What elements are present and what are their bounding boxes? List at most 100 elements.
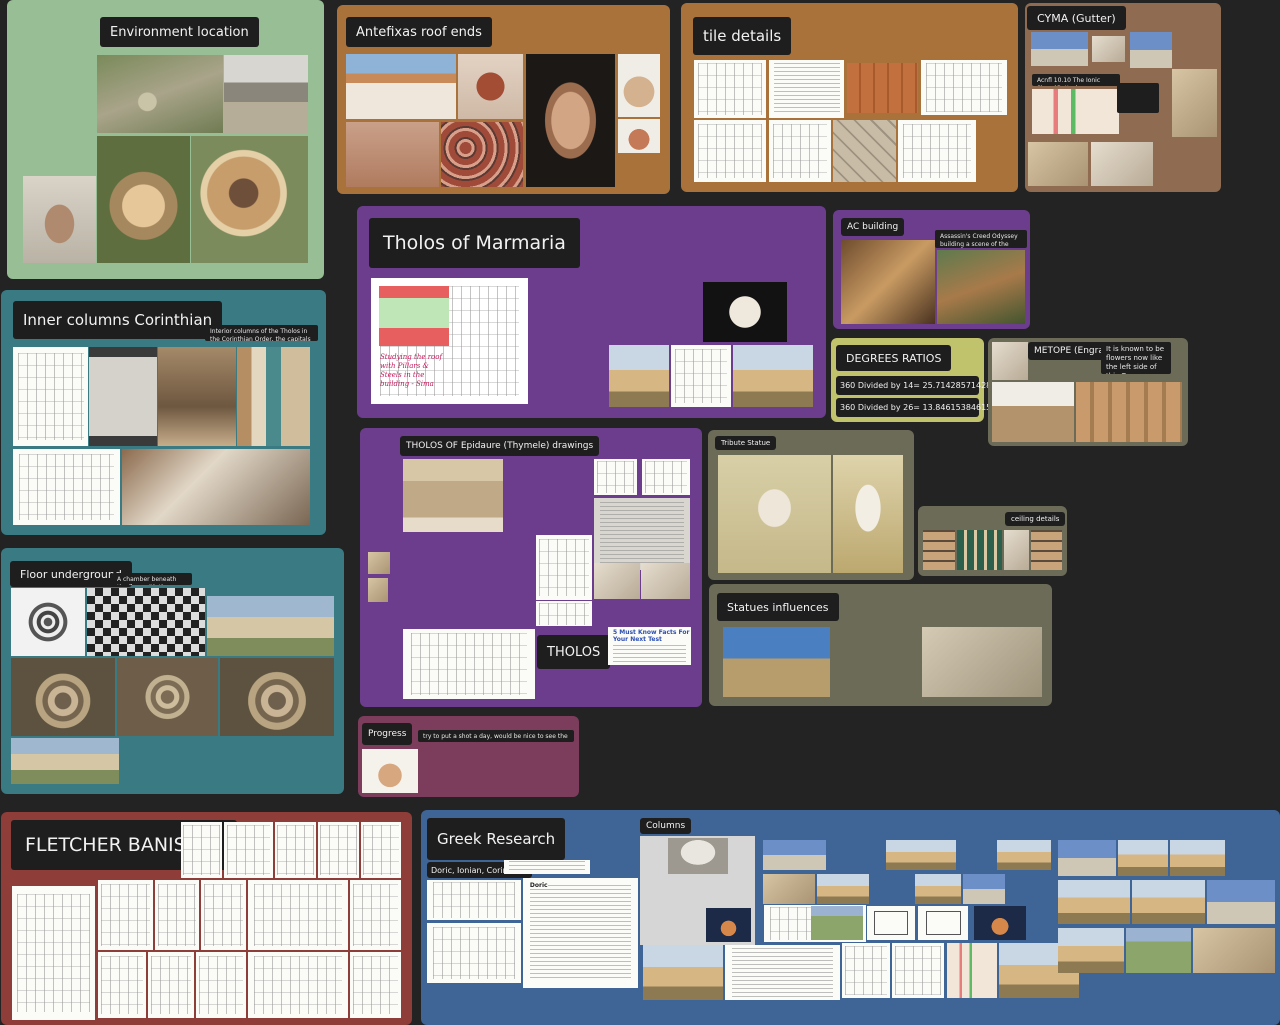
board-tholos-drawings[interactable]: THOLOS OF Epidaure (Thymele) drawings TH… [360,428,702,707]
board-metope[interactable]: METOPE (Engravings) It is known to be fl… [988,338,1188,446]
small-thumb-1[interactable] [368,552,390,574]
temple-grid-4[interactable] [958,840,995,870]
ac-scene-photo-1[interactable] [841,240,935,324]
antefix-terracotta-photo[interactable] [458,54,523,119]
ceiling-photo-1[interactable] [923,530,955,570]
temple-grid-5[interactable] [997,840,1051,870]
fletcher-sheet-6[interactable] [98,880,153,950]
gutter-photo-3[interactable] [1130,32,1172,68]
ruin-landscape-photo[interactable] [224,55,308,133]
doric-article[interactable]: Doric [523,878,638,988]
fletcher-sheet-1[interactable] [181,822,222,878]
relief-photo[interactable] [922,627,1042,697]
tholos-interior-photo[interactable] [158,347,236,446]
fletcher-sheet-10[interactable] [350,880,401,950]
fletcher-sheet-15[interactable] [350,952,401,1018]
statue-niche-photo[interactable] [718,455,831,573]
fletcher-sheet-3[interactable] [275,822,316,878]
board-tholos-marmaria[interactable]: Tholos of Marmaria Studying the roof wit… [357,206,826,418]
orders-drawing-1[interactable] [427,880,521,920]
gutter-detail-photo[interactable] [1032,89,1119,134]
tile-drawing-2[interactable] [921,60,1007,115]
tholos-detail-2[interactable] [641,563,690,599]
tholos-reconstruction-4[interactable] [733,345,813,407]
board-fletcher-banister[interactable]: FLETCHER BANISTER [1,812,412,1025]
tile-drawing-3[interactable] [694,120,766,182]
board-tribute-statue[interactable]: Tribute Statue [708,430,914,580]
antefix-pile-photo[interactable] [441,122,523,187]
lion-antefix-photo[interactable] [346,122,439,187]
temple-photo-i[interactable] [1126,928,1191,973]
progress-render-thumb[interactable] [362,749,418,793]
tholos-section-drawing[interactable] [403,535,533,626]
temple-photo-j[interactable] [1193,928,1275,973]
tholos-drawing[interactable] [671,345,731,407]
temple-photo-h[interactable] [1058,928,1124,973]
temple-photo-b[interactable] [1118,840,1168,876]
fletcher-sheet-12[interactable] [148,952,194,1018]
fletcher-tree-of-architecture[interactable] [12,886,95,1020]
board-environment-location[interactable]: Environment location [7,0,324,279]
tile-text-doc[interactable] [769,60,844,118]
anthemion-photo[interactable] [618,54,660,117]
capital-restoration-photo[interactable] [122,449,310,525]
aerial-site-photo[interactable] [97,55,223,133]
tholos-render-photo[interactable] [191,136,308,263]
temple-grid-2[interactable] [828,840,884,870]
clay-tiles-photo[interactable] [847,63,918,113]
roof-house-photo[interactable] [346,54,456,119]
temple-article-doc[interactable] [725,945,840,1000]
temple-grid-1[interactable] [763,840,826,870]
tholos-reconstruction-3[interactable] [530,345,607,407]
tholos-reconstruction-2[interactable] [609,282,700,342]
board-degrees-ratios[interactable]: DEGREES RATIOS 360 Divided by 14= 25.714… [831,338,1007,422]
temple-grid-9[interactable] [915,874,961,904]
board-greek-research[interactable]: Greek Research Doric, Ionian, Corinthian… [421,810,1280,1025]
board-ceiling-details[interactable]: ceiling details [918,506,1067,576]
temple-plan-2[interactable] [918,906,968,940]
fletcher-sheet-2[interactable] [224,822,273,878]
gutter-photo-2[interactable] [1092,36,1125,62]
board-antefixas[interactable]: Antefixas roof ends [337,5,670,194]
temple-grid-10[interactable] [963,874,1005,904]
foundation-photo-1[interactable] [11,658,115,736]
jar-photo[interactable] [23,176,96,263]
entablature-drawing[interactable] [892,943,944,998]
temple-night-photo[interactable] [974,906,1026,940]
board-progress[interactable]: Progress try to put a shot a day, would … [358,716,579,797]
orders-text-strip[interactable] [504,860,590,874]
floor-plan-drawing[interactable] [11,588,85,656]
board-inner-columns[interactable]: Inner columns Corinthian Interior column… [1,290,326,535]
lit-temple-photo[interactable] [706,908,751,942]
foundation-photo-3[interactable] [220,658,334,736]
statue-figure-photo[interactable] [833,455,903,573]
corinthian-capital-drawing[interactable] [89,347,157,446]
tholos-bw-photo[interactable] [505,459,592,532]
tile-drawing-4[interactable] [769,120,831,182]
order-column-drawing[interactable] [842,943,890,998]
ceiling-photo-2[interactable] [957,530,1002,570]
fletcher-sheet-9[interactable] [248,880,348,950]
tholos-detail-1[interactable] [594,563,640,599]
underground-dark-render[interactable] [87,588,205,656]
temple-photo-f[interactable] [1132,880,1205,924]
ionic-capital-photo[interactable] [668,838,728,874]
board-statues-influences[interactable]: Statues influences [709,584,1052,706]
column-museum-photo[interactable] [237,347,310,446]
sima-fragment-photo-2[interactable] [1091,142,1153,186]
tile-drawing-5[interactable] [898,120,976,182]
tholos-plan-drawing[interactable] [403,629,535,699]
metope-frieze-photo[interactable] [1076,382,1182,442]
board-floor-underground[interactable]: Floor underground A chamber beneath the … [1,548,344,794]
fletcher-sheet-5[interactable] [361,822,401,878]
tholos-ruins-photo[interactable] [609,345,669,407]
temple-photo-d[interactable] [1227,840,1275,876]
metope-photo-1[interactable] [992,342,1028,380]
tile-drawing-1[interactable] [694,60,766,118]
temple-grid-11[interactable] [1007,874,1051,904]
fletcher-sheet-7[interactable] [155,880,199,950]
metope-gallery-photo[interactable] [992,382,1074,442]
tholos-reconstruction-1[interactable] [530,282,607,342]
karyatides-photo[interactable] [832,627,920,697]
ac-scene-photo-2[interactable] [937,250,1025,324]
